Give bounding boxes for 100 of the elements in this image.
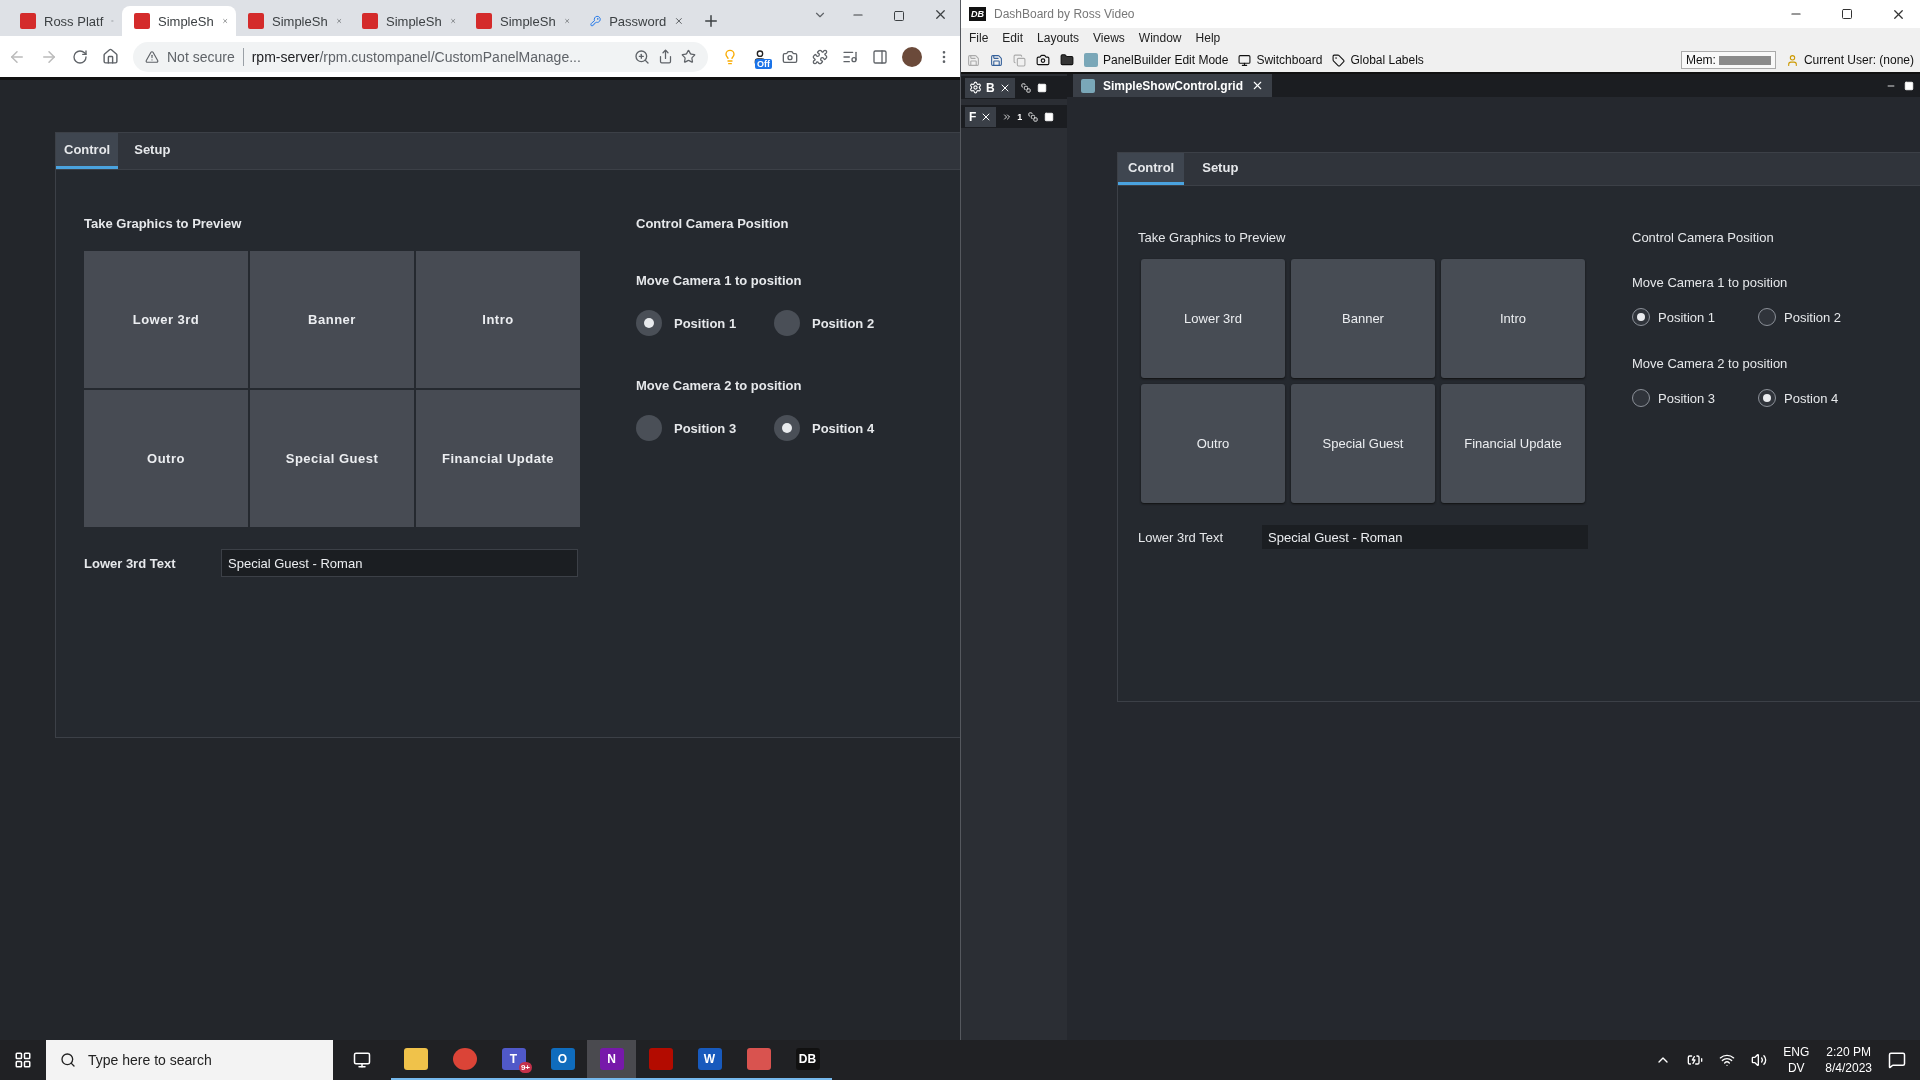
address-bar[interactable]: Not secure rpm-server/rpm.custompanel/CustomPanelManage... xyxy=(133,41,708,72)
windows-start-icon[interactable] xyxy=(14,1051,32,1069)
tag-icon xyxy=(1332,53,1346,67)
graphics-button[interactable]: Banner xyxy=(1291,259,1435,378)
radio-button[interactable] xyxy=(1632,389,1650,407)
share-icon[interactable] xyxy=(658,49,673,64)
browser-tab[interactable]: SimpleSh xyxy=(350,6,464,36)
overflow-tabs[interactable]: 1 xyxy=(1002,111,1023,122)
taskbar-app[interactable]: DB xyxy=(783,1040,832,1080)
menu-item[interactable]: Views xyxy=(1093,31,1125,45)
taskbar-app[interactable]: T 9+ xyxy=(489,1040,538,1080)
browser-tab[interactable]: SimpleSh xyxy=(464,6,578,36)
maximize-icon[interactable] xyxy=(893,10,905,22)
graphics-button[interactable]: Lower 3rd xyxy=(1141,259,1285,378)
section-heading: Control Camera Position xyxy=(1632,230,1775,245)
graphics-button[interactable]: Special Guest xyxy=(250,390,414,527)
toolbar-button[interactable]: PanelBuilder Edit Mode xyxy=(1084,53,1229,67)
browser-tab[interactable]: SimpleSh xyxy=(236,6,350,36)
graphics-button[interactable]: Banner xyxy=(250,251,414,388)
radio-label[interactable]: Position 2 xyxy=(812,315,875,331)
radio-button[interactable] xyxy=(774,415,800,441)
search-field[interactable]: Type here to search xyxy=(46,1040,333,1080)
reload-icon[interactable] xyxy=(72,48,88,65)
radio-button[interactable] xyxy=(1632,308,1650,326)
save-all-icon[interactable] xyxy=(990,53,1003,67)
radio-label[interactable]: Position 3 xyxy=(674,420,737,436)
radio-button[interactable] xyxy=(1758,389,1776,407)
memory-meter: Mem: xyxy=(1680,51,1776,69)
menu-item[interactable]: Edit xyxy=(1002,31,1024,45)
search-icon xyxy=(60,1052,76,1068)
radio-button[interactable] xyxy=(636,415,662,441)
folder-icon[interactable] xyxy=(1060,53,1074,67)
radio-label[interactable]: Position 3 xyxy=(1658,390,1716,406)
group-label: Move Camera 2 to position xyxy=(636,378,803,393)
taskbar-app[interactable]: N xyxy=(587,1040,636,1080)
volume-icon[interactable] xyxy=(1751,1052,1768,1068)
tab[interactable]: Setup xyxy=(1192,153,1249,185)
notifications-icon[interactable] xyxy=(1888,1051,1906,1069)
wifi-icon[interactable] xyxy=(1719,1052,1736,1068)
graphics-button[interactable]: Intro xyxy=(1441,259,1585,378)
close-icon[interactable] xyxy=(1251,79,1264,92)
tab[interactable]: Control xyxy=(56,133,119,169)
menu-item[interactable]: Window xyxy=(1138,31,1182,45)
avatar[interactable] xyxy=(902,46,922,67)
graphics-button[interactable]: Financial Update xyxy=(416,390,580,527)
group-label: Move Camera 1 to position xyxy=(1632,275,1789,290)
radio-button[interactable] xyxy=(774,310,800,336)
graphics-button[interactable]: Financial Update xyxy=(1441,384,1585,503)
radio-label[interactable]: Position 4 xyxy=(812,420,875,436)
radio-label[interactable]: Position 1 xyxy=(674,315,737,331)
close-icon[interactable] xyxy=(933,7,948,22)
maximize-icon[interactable] xyxy=(1841,8,1853,20)
camera-icon[interactable] xyxy=(1036,53,1050,67)
battery-icon[interactable] xyxy=(1687,1052,1704,1068)
radio-label[interactable]: Postion 4 xyxy=(1784,390,1839,406)
tab[interactable]: Control xyxy=(1118,153,1185,185)
radio-button[interactable] xyxy=(636,310,662,336)
toolbar-button[interactable]: Global Labels xyxy=(1332,53,1424,67)
radio-label[interactable]: Position 2 xyxy=(1784,309,1842,325)
extensions-icon[interactable] xyxy=(812,48,828,65)
star-icon[interactable] xyxy=(681,49,696,64)
section-heading: Control Camera Position xyxy=(636,216,790,231)
chevrons-icon xyxy=(1002,111,1013,122)
input-field[interactable]: Special Guest - Roman xyxy=(1262,525,1588,549)
side-panel-icon[interactable] xyxy=(872,48,888,65)
home-icon[interactable] xyxy=(102,48,119,65)
graphics-button[interactable]: Special Guest xyxy=(1291,384,1435,503)
camera-icon[interactable] xyxy=(782,48,798,65)
dock-tab[interactable]: B xyxy=(965,77,1015,98)
dock-tab[interactable]: F xyxy=(965,106,997,127)
browser-tab[interactable]: SimpleSh xyxy=(122,6,236,36)
clock[interactable]: 2:20 PM 8/4/2023 xyxy=(1825,1044,1872,1076)
field-label: Lower 3rd Text xyxy=(84,555,177,571)
security-label: Not secure xyxy=(167,48,235,65)
document-tab[interactable]: SimpleShowControl.grid xyxy=(1073,74,1272,97)
section-heading: Take Graphics to Preview xyxy=(84,216,243,231)
graphics-button[interactable]: Intro xyxy=(416,251,580,388)
settings-icon xyxy=(969,81,982,94)
browser-tab[interactable]: Ross Platf xyxy=(8,6,122,36)
warning-icon xyxy=(145,49,159,64)
user-label: Current User: (none) xyxy=(1785,53,1914,67)
language-indicator[interactable]: ENG DV xyxy=(1783,1044,1810,1076)
section-heading: Take Graphics to Preview xyxy=(1138,230,1287,245)
tab[interactable]: Setup xyxy=(126,133,179,169)
menu-item[interactable]: File xyxy=(969,31,989,45)
menu-item[interactable]: Layouts xyxy=(1037,31,1080,45)
graphics-button[interactable]: Lower 3rd xyxy=(84,251,248,388)
menu-item[interactable]: Help xyxy=(1195,31,1221,45)
graphics-button[interactable]: Outro xyxy=(1141,384,1285,503)
zoom-icon[interactable] xyxy=(634,48,650,65)
graphics-button[interactable]: Outro xyxy=(84,390,248,527)
taskbar-app[interactable]: W xyxy=(685,1040,734,1080)
input-field[interactable]: Special Guest - Roman xyxy=(221,549,578,577)
new-tab-icon[interactable] xyxy=(702,12,720,30)
field-label: Lower 3rd Text xyxy=(1138,529,1225,545)
task-view-icon[interactable] xyxy=(353,1051,371,1069)
browser-tab[interactable]: Password xyxy=(578,6,692,36)
toolbar-button[interactable]: Switchboard xyxy=(1238,53,1323,67)
radio-button[interactable] xyxy=(1758,308,1776,326)
radio-label[interactable]: Position 1 xyxy=(1658,309,1716,325)
